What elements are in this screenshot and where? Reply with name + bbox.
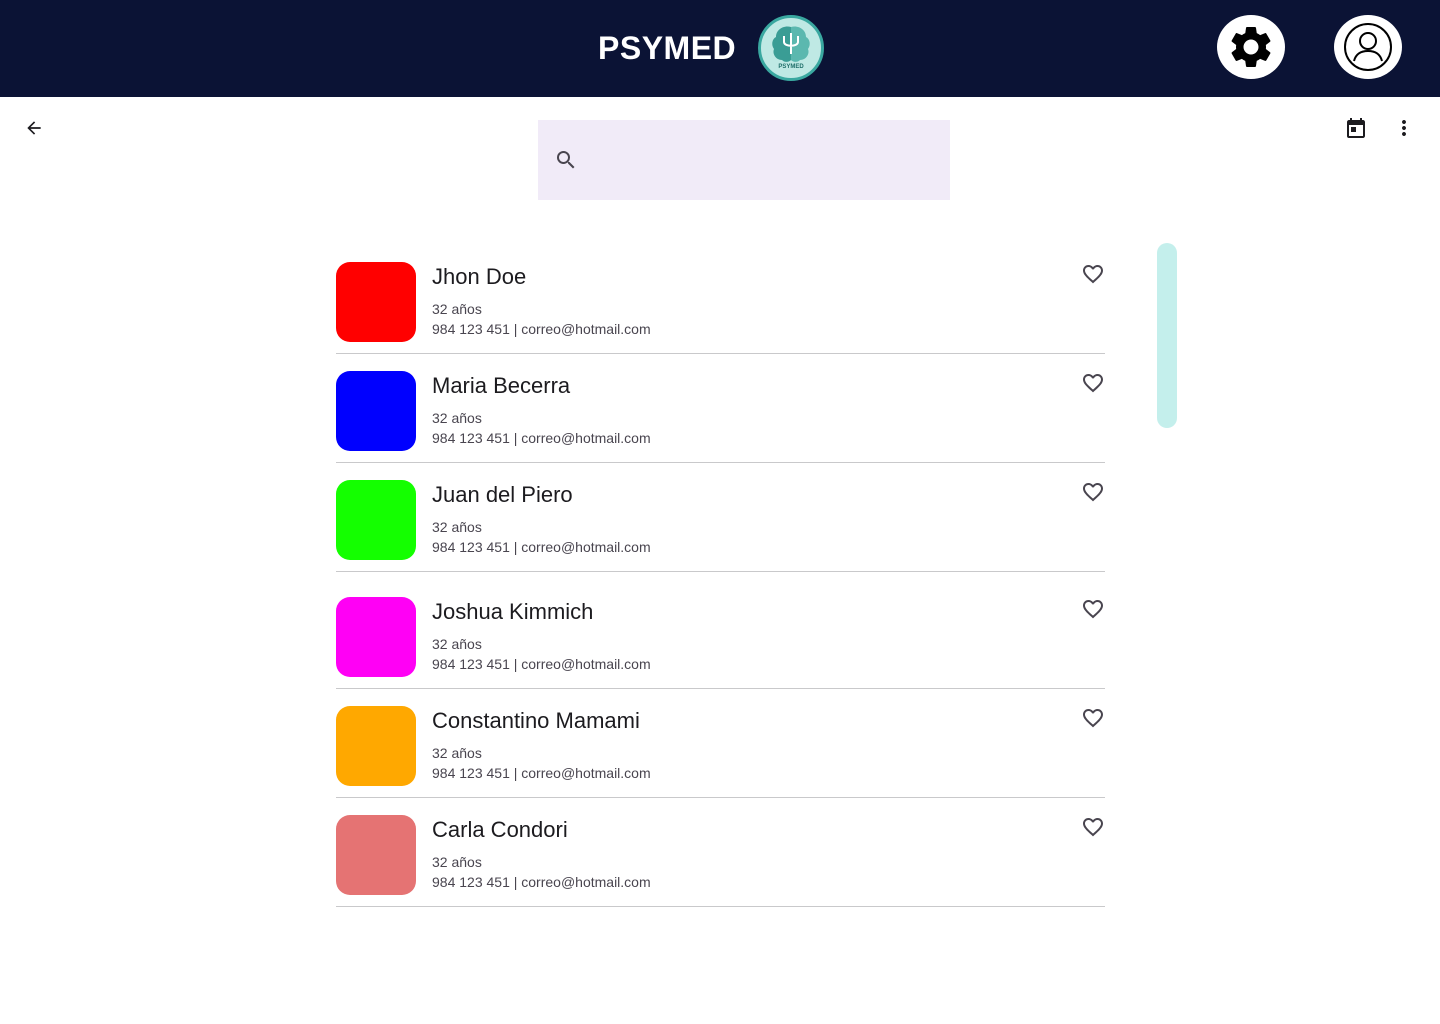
patient-age: 32 años — [432, 410, 482, 426]
patient-name: Constantino Mamami — [432, 708, 640, 733]
patient-age: 32 años — [432, 854, 482, 870]
calendar-icon — [1347, 118, 1365, 138]
app-title: PSYMED — [598, 30, 737, 66]
patient-age: 32 años — [432, 301, 482, 317]
avatar — [336, 480, 416, 560]
patient-age: 32 años — [432, 519, 482, 535]
search-input[interactable] — [590, 120, 940, 200]
patient-name: Carla Condori — [432, 817, 568, 842]
patient-contact: 984 123 451 | correo@hotmail.com — [432, 765, 651, 781]
favorite-button[interactable] — [1080, 370, 1106, 396]
patient-name: Joshua Kimmich — [432, 599, 594, 624]
patient-name: Jhon Doe — [432, 264, 527, 289]
patient-age: 32 años — [432, 636, 482, 652]
scrollbar-thumb[interactable] — [1157, 243, 1177, 428]
patient-name: Juan del Piero — [432, 482, 573, 507]
heart-icon — [1083, 600, 1103, 619]
search-bar[interactable] — [538, 120, 950, 200]
heart-icon — [1083, 818, 1103, 837]
patient-contact: 984 123 451 | correo@hotmail.com — [432, 656, 651, 672]
back-button[interactable] — [18, 112, 50, 144]
heart-icon — [1083, 709, 1103, 728]
list-item[interactable]: Maria Becerra 32 años 984 123 451 | corr… — [336, 354, 1105, 463]
avatar — [336, 597, 416, 677]
gear-icon — [1231, 26, 1271, 68]
avatar — [336, 815, 416, 895]
heart-icon — [1083, 483, 1103, 502]
avatar — [336, 371, 416, 451]
arrow-back-icon — [27, 121, 41, 135]
patient-contact: 984 123 451 | correo@hotmail.com — [432, 321, 651, 337]
patient-contact: 984 123 451 | correo@hotmail.com — [432, 539, 651, 555]
favorite-button[interactable] — [1080, 479, 1106, 505]
favorite-button[interactable] — [1080, 261, 1106, 287]
heart-icon — [1083, 374, 1103, 393]
brain-psi-logo: PSYMED — [758, 15, 824, 81]
patient-contact: 984 123 451 | correo@hotmail.com — [432, 430, 651, 446]
list-item[interactable]: Carla Condori 32 años 984 123 451 | corr… — [336, 798, 1105, 907]
more-vertical-icon — [1402, 120, 1406, 136]
heart-icon — [1083, 265, 1103, 284]
calendar-button[interactable] — [1340, 112, 1372, 144]
favorite-button[interactable] — [1080, 705, 1106, 731]
favorite-button[interactable] — [1080, 814, 1106, 840]
favorite-button[interactable] — [1080, 596, 1106, 622]
patient-contact: 984 123 451 | correo@hotmail.com — [432, 874, 651, 890]
logo-caption: PSYMED — [778, 64, 804, 70]
settings-button[interactable] — [1217, 15, 1285, 79]
top-app-bar: PSYMED PSYMED — [0, 0, 1440, 97]
patient-age: 32 años — [432, 745, 482, 761]
list-item[interactable]: Constantino Mamami 32 años 984 123 451 |… — [336, 689, 1105, 798]
list-item[interactable]: Juan del Piero 32 años 984 123 451 | cor… — [336, 463, 1105, 572]
list-item[interactable]: Jhon Doe 32 años 984 123 451 | correo@ho… — [336, 245, 1105, 354]
more-options-button[interactable] — [1390, 112, 1418, 144]
list-item[interactable]: Joshua Kimmich 32 años 984 123 451 | cor… — [336, 572, 1105, 689]
patient-list: Jhon Doe 32 años 984 123 451 | correo@ho… — [336, 245, 1105, 907]
search-icon — [557, 151, 575, 169]
avatar — [336, 706, 416, 786]
avatar — [336, 262, 416, 342]
user-avatar-icon — [1344, 23, 1392, 71]
profile-button[interactable] — [1334, 15, 1402, 79]
patient-name: Maria Becerra — [432, 373, 571, 398]
